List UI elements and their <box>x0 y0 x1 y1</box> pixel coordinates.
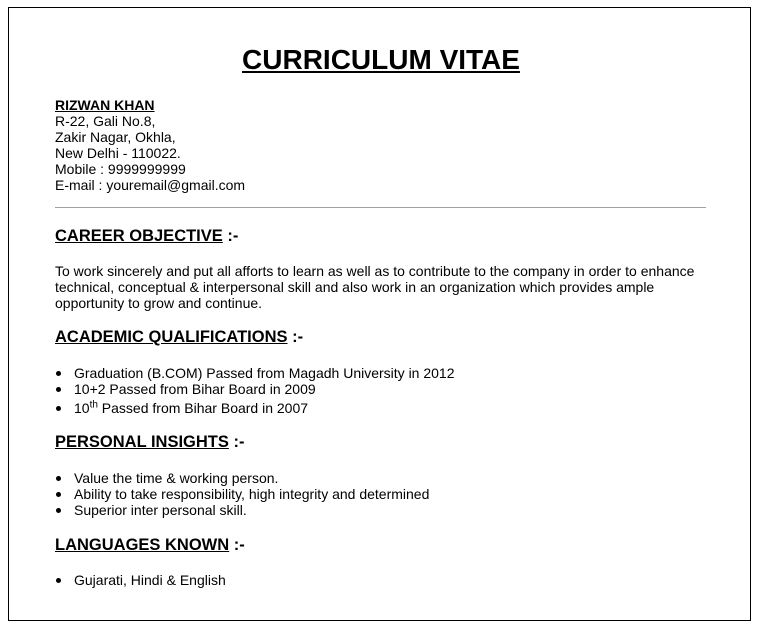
academic-qualifications-heading: ACADEMIC QUALIFICATIONS :- <box>55 327 303 347</box>
academic-qualifications-heading-suffix: :- <box>287 328 304 346</box>
list-item-rest: Passed from Bihar Board in 2007 <box>97 400 309 416</box>
career-objective-heading-text: CAREER OBJECTIVE <box>55 227 223 245</box>
career-objective-heading: CAREER OBJECTIVE :- <box>55 226 238 246</box>
candidate-name: RIZWAN KHAN <box>55 97 155 113</box>
career-objective-text: To work sincerely and put all afforts to… <box>55 263 695 311</box>
address-line-2: Zakir Nagar, Okhla, <box>55 129 176 145</box>
career-objective-heading-suffix: :- <box>222 227 239 245</box>
academic-qualifications-heading-text: ACADEMIC QUALIFICATIONS <box>55 328 288 346</box>
list-item: Gujarati, Hindi & English <box>55 572 226 588</box>
address-line-1: R-22, Gali No.8, <box>55 113 156 129</box>
list-item: Graduation (B.COM) Passed from Magadh Un… <box>55 365 455 381</box>
academic-qualifications-list: Graduation (B.COM) Passed from Magadh Un… <box>55 365 455 416</box>
languages-known-heading-suffix: :- <box>229 536 245 554</box>
list-item-prefix: 10 <box>74 400 90 416</box>
mobile-number: Mobile : 9999999999 <box>55 161 186 177</box>
list-item: Ability to take responsibility, high int… <box>55 486 429 502</box>
languages-known-list: Gujarati, Hindi & English <box>55 572 226 588</box>
languages-known-heading: LANGUAGES KNOWN :- <box>55 535 245 555</box>
list-item: Superior inter personal skill. <box>55 502 429 518</box>
list-item: 10th Passed from Bihar Board in 2007 <box>55 400 455 416</box>
page-title: CURRICULUM VITAE <box>242 44 520 75</box>
list-item: Value the time & working person. <box>55 470 429 486</box>
contact-block: RIZWAN KHAN R-22, Gali No.8, Zakir Nagar… <box>55 97 245 193</box>
email-address: E-mail : youremail@gmail.com <box>55 177 246 193</box>
personal-insights-heading-suffix: :- <box>228 433 245 451</box>
languages-known-heading-text: LANGUAGES KNOWN <box>55 536 230 554</box>
horizontal-divider <box>55 207 706 208</box>
personal-insights-heading: PERSONAL INSIGHTS :- <box>55 432 244 452</box>
ordinal-suffix: th <box>89 399 98 411</box>
list-item: 10+2 Passed from Bihar Board in 2009 <box>55 381 455 397</box>
personal-insights-heading-text: PERSONAL INSIGHTS <box>55 433 229 451</box>
personal-insights-list: Value the time & working person. Ability… <box>55 470 429 518</box>
address-line-3: New Delhi - 110022. <box>55 145 181 161</box>
